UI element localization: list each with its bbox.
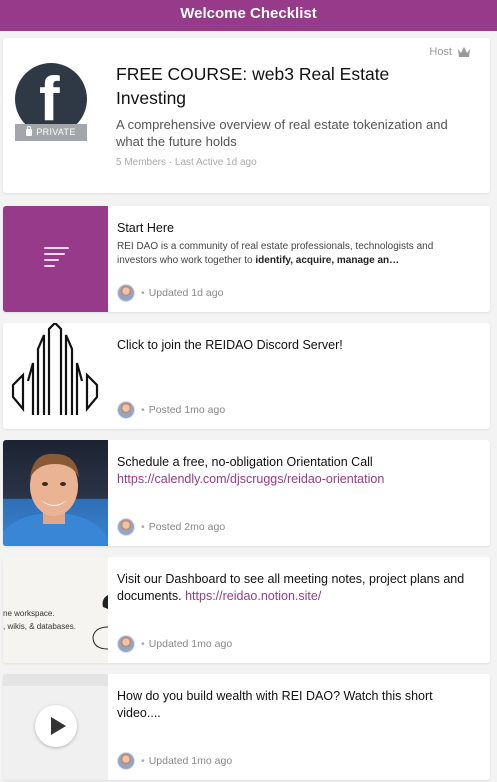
private-badge: PRIVATE [15,124,87,141]
post-status: Updated 1mo ago [148,638,233,650]
page-title: Welcome Checklist [180,5,317,22]
post-status: Posted 2mo ago [148,521,226,533]
host-label: Host [429,46,452,58]
post-thumbnail[interactable]: ne workspace. , wikis, & databases. [3,557,108,663]
skyline-logo-icon [11,323,99,415]
post-title[interactable]: How do you build wealth with REI DAO? Wa… [117,688,467,722]
separator-dot: • [141,521,145,533]
sketch-illustration-icon [92,595,108,650]
text-lines-icon [44,247,69,271]
post-meta: • Posted 2mo ago [117,518,225,536]
separator-dot: • [141,638,145,650]
post-title: Schedule a free, no-obligation Orientati… [117,454,467,488]
avatar[interactable] [117,401,135,419]
avatar[interactable] [117,752,135,770]
post-thumbnail[interactable] [3,206,108,312]
post-meta: • Updated 1d ago [117,284,223,302]
separator-dot: • [141,404,145,416]
separator-dot: • [141,755,145,767]
video-thumbnail[interactable] [3,674,108,780]
list-item-start-here[interactable]: Start Here REI DAO is a community of rea… [3,206,490,312]
page-header: Welcome Checklist [0,0,497,31]
avatar[interactable] [117,284,135,302]
person-photo [3,453,108,546]
post-thumbnail[interactable] [3,440,108,546]
list-item-dashboard[interactable]: ne workspace. , wikis, & databases. Visi… [3,557,490,663]
avatar[interactable] [117,518,135,536]
post-title[interactable]: Click to join the REIDAO Discord Server! [117,337,467,354]
post-excerpt: REI DAO is a community of real estate pr… [117,240,457,268]
course-card: Host f PRIVATE FREE COURSE: web3 Real Es… [3,38,490,193]
list-item-video[interactable]: How do you build wealth with REI DAO? Wa… [3,674,490,780]
list-item-orientation-call[interactable]: Schedule a free, no-obligation Orientati… [3,440,490,546]
post-status: Updated 1mo ago [148,755,233,767]
post-title[interactable]: Start Here [117,220,467,237]
avatar[interactable] [117,635,135,653]
post-title-text[interactable]: Schedule a free, no-obligation Orientati… [117,455,373,469]
private-label: PRIVATE [36,127,76,137]
post-meta: • Updated 1mo ago [117,752,232,770]
list-item-discord[interactable]: Click to join the REIDAO Discord Server!… [3,323,490,429]
notion-link[interactable]: https://reidao.notion.site/ [185,589,321,603]
play-icon[interactable] [35,705,77,747]
crown-icon [458,47,470,57]
host-indicator: Host [429,46,470,58]
post-meta: • Posted 1mo ago [117,401,225,419]
calendly-link[interactable]: https://calendly.com/djscruggs/reidao-or… [117,472,384,486]
post-status: Updated 1d ago [148,287,224,299]
post-thumbnail[interactable] [3,323,108,429]
course-description: A comprehensive overview of real estate … [116,117,448,149]
video-toolbar [3,674,108,686]
lock-icon [26,126,33,136]
course-title[interactable]: FREE COURSE: web3 Real Estate Investing [116,62,456,110]
post-meta: • Updated 1mo ago [117,635,232,653]
post-status: Posted 1mo ago [148,404,226,416]
separator-dot: • [141,287,145,299]
excerpt-bold: identify, acquire, manage an… [255,255,400,266]
course-meta: 5 Members · Last Active 1d ago [116,157,257,168]
post-title: Visit our Dashboard to see all meeting n… [117,571,467,605]
